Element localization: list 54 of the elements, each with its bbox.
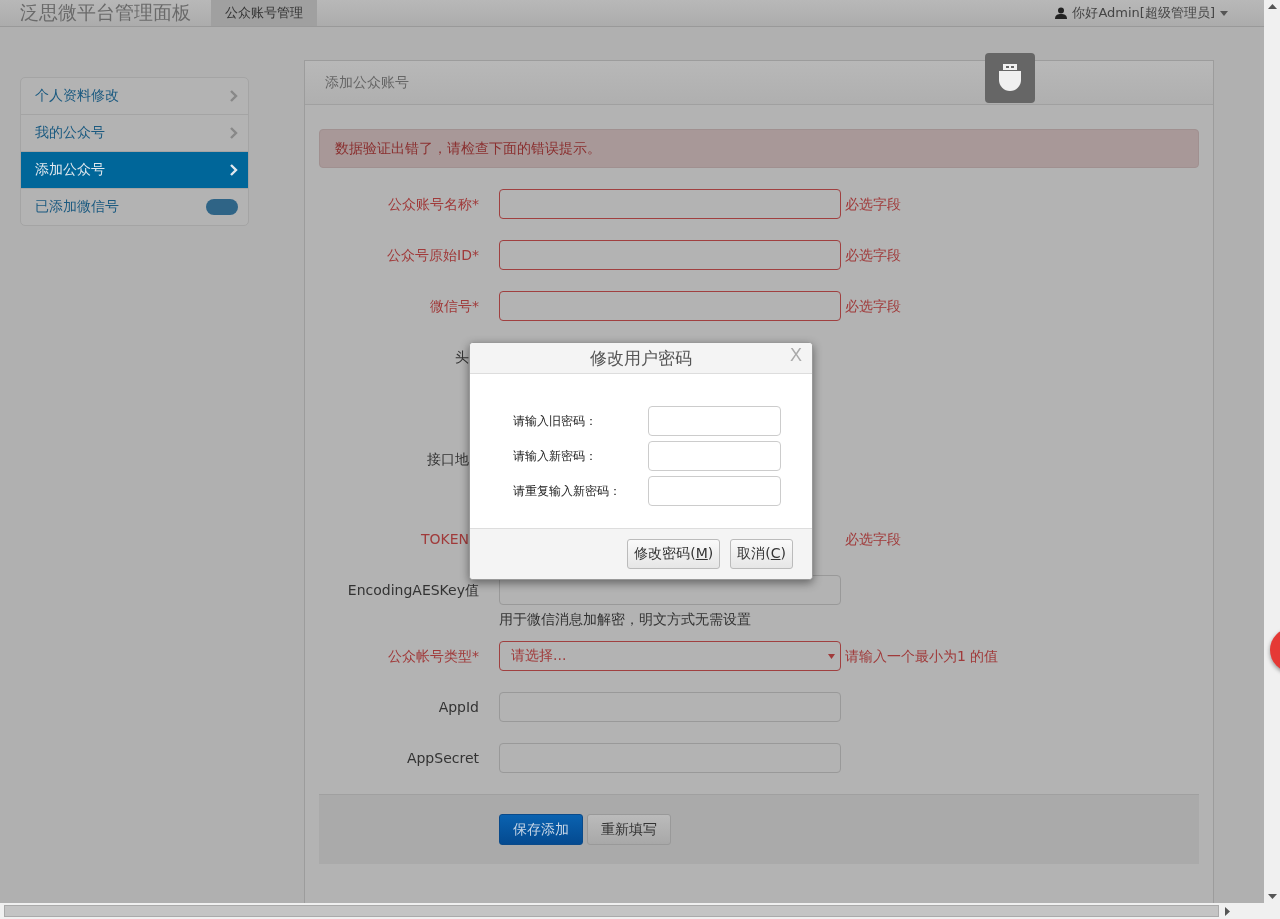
sidebar-item[interactable]: 已添加微信号 bbox=[21, 188, 248, 225]
nav-tab[interactable]: 公众账号管理 bbox=[211, 0, 317, 26]
error-alert: 数据验证出错了，请检查下面的错误提示。 bbox=[319, 129, 1199, 168]
help-text: 用于微信消息加解密，明文方式无需设置 bbox=[499, 611, 752, 629]
field-label: TOKEN bbox=[419, 530, 470, 549]
count-badge bbox=[206, 199, 238, 215]
error-message: 必选字段 bbox=[845, 246, 902, 265]
cancel-button[interactable]: 取消(C) bbox=[730, 539, 793, 569]
field-label: AppId bbox=[437, 698, 479, 717]
panel-title: 添加公众账号 bbox=[305, 61, 1213, 105]
text-field[interactable] bbox=[499, 743, 841, 773]
field-label: AppSecret bbox=[405, 749, 479, 768]
error-message: 请输入一个最小为1 的值 bbox=[845, 647, 1000, 666]
password-field[interactable] bbox=[648, 476, 781, 506]
text-field[interactable] bbox=[499, 692, 841, 722]
user-menu[interactable]: 你好Admin[超级管理员] bbox=[1055, 0, 1244, 26]
scroll-thumb[interactable] bbox=[4, 905, 1219, 917]
dropdown-icon bbox=[828, 653, 835, 659]
chevron-icon bbox=[230, 127, 238, 139]
field-label: 请输入新密码： bbox=[513, 447, 598, 465]
user-icon bbox=[1055, 7, 1068, 19]
reset-button[interactable]: 重新填写 bbox=[587, 814, 671, 845]
field-label: 请输入旧密码： bbox=[513, 412, 598, 430]
chevron-icon bbox=[230, 90, 238, 102]
caret-icon bbox=[1220, 10, 1228, 16]
field-label: 公众帐号类型* bbox=[387, 647, 479, 666]
floating-tool[interactable] bbox=[985, 53, 1035, 103]
password-field[interactable] bbox=[648, 406, 781, 436]
sidebar-item[interactable]: 添加公众号 bbox=[21, 151, 248, 188]
scroll-down-icon bbox=[1267, 894, 1277, 899]
sidebar-item[interactable]: 个人资料修改 bbox=[21, 78, 248, 114]
error-message: 必选字段 bbox=[845, 195, 902, 214]
save-button[interactable]: 保存添加 bbox=[499, 814, 583, 845]
select-field[interactable]: 请选择... bbox=[499, 641, 841, 671]
error-message: 必选字段 bbox=[845, 530, 902, 549]
password-field[interactable] bbox=[648, 441, 781, 471]
dialog-title: 修改用户密码 bbox=[590, 346, 692, 370]
field-label: 微信号* bbox=[429, 297, 479, 316]
field-label: 公众号原始ID* bbox=[386, 246, 479, 265]
error-message: 必选字段 bbox=[845, 297, 902, 316]
confirm-button[interactable]: 修改密码(M) bbox=[627, 539, 721, 569]
text-field[interactable] bbox=[499, 189, 841, 219]
scroll-right-icon bbox=[1225, 906, 1230, 916]
field-label: 公众账号名称* bbox=[387, 195, 479, 214]
usb-drive-icon bbox=[998, 64, 1022, 92]
field-label: 请重复输入新密码： bbox=[513, 482, 622, 500]
text-field[interactable] bbox=[499, 240, 841, 270]
brand-title: 泛思微平台管理面板 bbox=[20, 0, 191, 25]
text-field[interactable] bbox=[499, 291, 841, 321]
field-label: 头 bbox=[454, 348, 470, 367]
scroll-up-icon bbox=[1267, 4, 1277, 9]
field-label: 接口地 bbox=[426, 450, 470, 469]
field-label: EncodingAESKey值 bbox=[346, 581, 479, 600]
chevron-icon bbox=[230, 164, 238, 176]
